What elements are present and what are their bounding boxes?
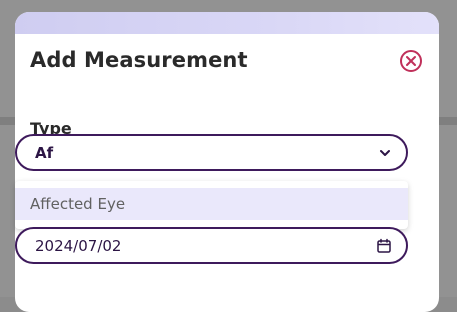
type-select-value[interactable]: Af bbox=[35, 144, 53, 162]
type-dropdown-menu: Affected Eye bbox=[15, 181, 408, 229]
chevron-down-icon[interactable] bbox=[378, 146, 392, 160]
modal-header-bar bbox=[15, 12, 439, 34]
modal-title: Add Measurement bbox=[30, 48, 248, 72]
calendar-icon[interactable] bbox=[376, 238, 392, 254]
close-button[interactable] bbox=[400, 50, 422, 72]
close-circle-icon bbox=[406, 56, 416, 66]
date-input[interactable]: 2024/07/02 bbox=[15, 227, 408, 264]
date-input-value[interactable]: 2024/07/02 bbox=[35, 237, 121, 255]
type-select[interactable]: Af bbox=[15, 134, 408, 171]
dropdown-option-label[interactable]: Affected Eye bbox=[30, 195, 125, 213]
dropdown-option-affected-eye[interactable]: Affected Eye bbox=[15, 188, 408, 220]
